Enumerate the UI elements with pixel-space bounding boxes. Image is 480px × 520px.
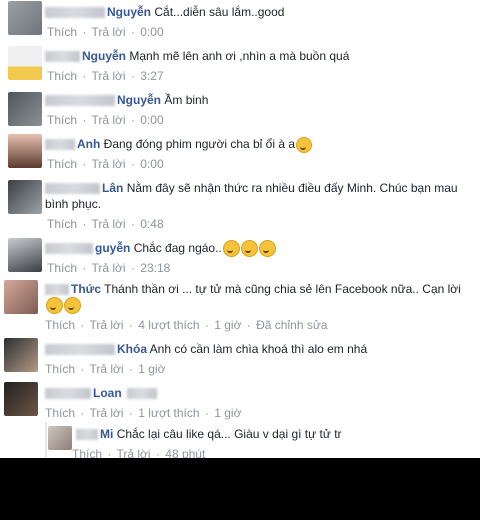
avatar[interactable] (8, 134, 42, 168)
reply-link[interactable]: Trả lời (91, 113, 125, 127)
avatar[interactable] (8, 46, 42, 80)
timestamp[interactable]: 0:00 (140, 113, 163, 127)
comment-actions: Thích · Trả lời · 23:18 (47, 261, 171, 275)
black-bottom-bar (0, 458, 480, 520)
comment-text: Thánh thần ơi ... tự tử mà cũng chia sẻ … (104, 282, 461, 296)
timestamp[interactable]: 3:27 (140, 69, 163, 83)
like-link[interactable]: Thích (47, 113, 77, 127)
avatar[interactable] (4, 382, 38, 416)
comment-text: Ầm binh (164, 93, 209, 107)
commenter-name[interactable]: Lân (102, 181, 123, 195)
comment-text: Chắc lại câu like qá... Giàu v dại gì tự… (116, 427, 342, 441)
comment-actions: Thích · Trả lời · 0:48 (47, 217, 164, 231)
like-link[interactable]: Thích (47, 217, 77, 231)
like-link[interactable]: Thích (47, 261, 77, 275)
reply-link[interactable]: Trả lời (91, 69, 125, 83)
avatar[interactable] (48, 426, 72, 450)
avatar[interactable] (8, 1, 42, 35)
comment-actions: Thích · Trả lời · 0:00 (47, 157, 164, 171)
timestamp[interactable]: 0:48 (140, 217, 163, 231)
grinning-sweat-emoji-icon (46, 297, 63, 315)
grinning-sweat-emoji-icon (240, 240, 258, 258)
avatar[interactable] (4, 280, 38, 314)
grinning-sweat-emoji-icon (258, 240, 276, 258)
timestamp[interactable]: 48 phút (165, 447, 205, 458)
like-link[interactable]: Thích (47, 69, 77, 83)
comment-text: Đang đóng phim người cha bỉ ổi à a (103, 137, 296, 151)
reply-link[interactable]: Trả lời (89, 362, 123, 376)
comment-thread: Nguyễn Cắt...diễn sâu lắm..good Thích · … (0, 0, 480, 458)
commenter-name[interactable]: Mi (100, 427, 113, 441)
like-link[interactable]: Thích (45, 362, 75, 376)
avatar[interactable] (8, 180, 42, 214)
grinning-sweat-emoji-icon (64, 297, 81, 315)
comment-actions: Thích · Trả lời · 1 lượt thích · 1 giờ (45, 406, 242, 420)
avatar[interactable] (8, 238, 42, 272)
avatar[interactable] (4, 338, 38, 372)
reply-link[interactable]: Trả lời (91, 25, 125, 39)
like-count[interactable]: 1 lượt thích (138, 406, 199, 420)
reply-link[interactable]: Trả lời (91, 217, 125, 231)
timestamp[interactable]: 23:18 (140, 261, 170, 275)
commenter-name[interactable]: guyễn (95, 241, 130, 255)
comment-actions: Thích · Trả lời · 0:00 (47, 25, 164, 39)
timestamp[interactable]: 0:00 (140, 25, 163, 39)
reply-link[interactable]: Trả lời (89, 406, 123, 420)
commenter-name[interactable]: Khóa (117, 342, 147, 356)
like-link[interactable]: Thích (47, 157, 77, 171)
reply-link[interactable]: Trả lời (91, 261, 125, 275)
like-link[interactable]: Thích (45, 318, 75, 332)
reply-link[interactable]: Trả lời (89, 318, 123, 332)
timestamp[interactable]: 1 giờ (214, 318, 241, 332)
grinning-sweat-emoji-icon (222, 240, 240, 258)
comment-text: Nằm đây sẽ nhận thức ra nhiều điều đấy M… (126, 181, 458, 195)
comment-actions: Thích · Trả lời · 48 phút (72, 446, 207, 458)
commenter-name[interactable]: Anh (77, 137, 100, 151)
timestamp[interactable]: 1 giờ (138, 362, 165, 376)
grinning-sweat-emoji-icon (296, 136, 313, 153)
avatar[interactable] (8, 92, 42, 126)
commenter-name[interactable]: Nguyễn (117, 93, 161, 107)
commenter-name[interactable]: Loan (93, 386, 122, 400)
commenter-name[interactable]: Nguyễn (107, 5, 151, 19)
timestamp[interactable]: 1 giờ (214, 406, 241, 420)
comment-text: Chắc đag ngáo.. (133, 241, 222, 255)
commenter-name[interactable]: Thức (71, 282, 101, 296)
comment-text: Mạnh mẽ lên anh ơi ,nhìn a mà buồn quá (129, 49, 350, 63)
comment-text: Cắt...diễn sâu lắm..good (154, 5, 285, 19)
comment-text: Anh có cần làm chìa khoá thì alo em nhá (149, 342, 368, 356)
edited-label[interactable]: Đã chỉnh sửa (256, 318, 327, 332)
comment-text-continued: bình phục. (45, 197, 102, 211)
timestamp[interactable]: 0:00 (140, 157, 163, 171)
like-link[interactable]: Thích (45, 406, 75, 420)
commenter-name[interactable]: Nguyễn (82, 49, 126, 63)
like-link[interactable]: Thích (47, 25, 77, 39)
like-link[interactable]: Thích (72, 447, 102, 458)
reply-link[interactable]: Trả lời (91, 157, 125, 171)
like-count[interactable]: 4 lượt thích (138, 318, 199, 332)
reply-link[interactable]: Trả lời (116, 447, 150, 458)
comment-actions: Thích · Trả lời · 3:27 (47, 69, 164, 83)
comment-actions: Thích · Trả lời · 1 giờ (45, 362, 166, 376)
reply-thread-line (45, 422, 47, 458)
comment-actions: Thích · Trả lời · 0:00 (47, 113, 164, 127)
comment-actions: Thích · Trả lời · 4 lượt thích · 1 giờ ·… (45, 318, 328, 332)
